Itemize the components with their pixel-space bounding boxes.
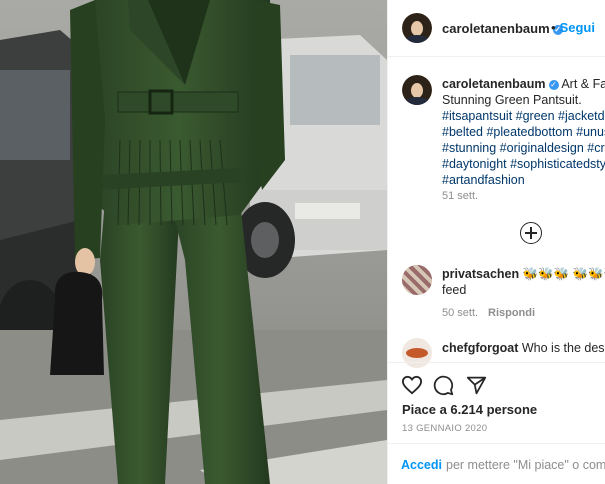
login-text: per mettere "Mi piace" o commentare. <box>446 458 605 472</box>
share-icon[interactable] <box>466 375 487 396</box>
post-photo[interactable] <box>0 0 387 484</box>
caption-avatar[interactable] <box>402 75 432 105</box>
post-caption: caroletanenbaum✓ Art & Fashion Stunning … <box>442 76 605 188</box>
header-username-text[interactable]: caroletanenbaum <box>442 21 550 36</box>
heart-icon[interactable] <box>401 375 423 395</box>
comment-item: chefgforgoat Who is the designer? <box>442 340 605 356</box>
hashtag-line[interactable]: #artandfashion <box>442 172 605 188</box>
comment-username[interactable]: chefgforgoat <box>442 341 518 355</box>
comment-time[interactable]: 50 sett. <box>442 307 478 319</box>
post-date: 13 GENNAIO 2020 <box>402 423 488 434</box>
reply-button[interactable]: Rispondi <box>488 307 535 319</box>
post-side-panel: caroletanenbaum ✓ • Segui caroletanenbaum ✓… <box>387 0 605 484</box>
caption-title-text: Art & Fashion <box>561 77 605 91</box>
commenter-avatar[interactable] <box>402 265 432 295</box>
hashtag-line[interactable]: #stunning #originaldesign #creative <box>442 140 605 156</box>
hashtag-line[interactable]: #daytonight #sophisticatedstyle <box>442 156 605 172</box>
caption-text: Stunning Green Pantsuit. <box>442 93 582 107</box>
plus-circle-icon[interactable] <box>520 222 542 244</box>
post-header: caroletanenbaum ✓ • Segui <box>388 0 605 57</box>
follow-label[interactable]: Segui <box>560 20 595 35</box>
comment-username[interactable]: privatsachen <box>442 267 519 281</box>
verified-badge-icon: ✓ <box>548 80 559 90</box>
follow-button[interactable]: • Segui <box>551 20 595 35</box>
caption-time[interactable]: 51 sett. <box>442 190 478 202</box>
post-actions: Piace a 6.214 persone 13 GENNAIO 2020 Ac… <box>388 362 605 484</box>
comment-icon[interactable] <box>433 375 454 396</box>
comment-text: feed <box>442 283 467 297</box>
comment-emoji: 🐝🐝🐝 🐝🐝🐝 <box>522 267 605 281</box>
caption-first-line: caroletanenbaum✓ Art & Fashion <box>442 76 605 92</box>
comment-item: privatsachen 🐝🐝🐝 🐝🐝🐝 feed <box>442 266 605 298</box>
separator-dot: • <box>551 20 556 35</box>
hashtag-line[interactable]: #belted #pleatedbottom #unusual <box>442 124 605 140</box>
hashtag-line[interactable]: #itsapantsuit #green #jacketdesign <box>442 108 605 124</box>
login-prompt: Accedi per mettere "Mi piace" o commentar… <box>401 458 605 472</box>
header-username[interactable]: caroletanenbaum ✓ <box>442 21 563 36</box>
login-link[interactable]: Accedi <box>401 458 442 472</box>
caption-username[interactable]: caroletanenbaum <box>442 77 546 91</box>
likes-count[interactable]: Piace a 6.214 persone <box>402 402 537 417</box>
pantsuit-photo <box>0 0 387 484</box>
login-bar: Accedi per mettere "Mi piace" o commentar… <box>388 443 605 484</box>
avatar[interactable] <box>402 13 432 43</box>
comment-text: Who is the designer? <box>521 341 605 355</box>
